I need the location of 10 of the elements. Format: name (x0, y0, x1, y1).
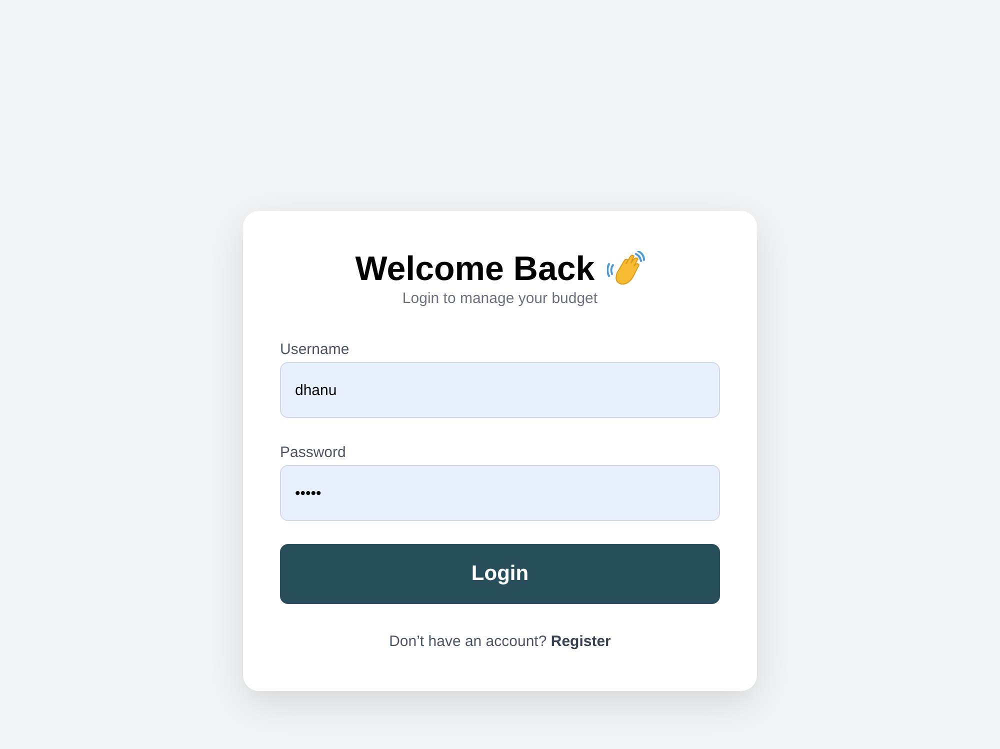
field-label: Username (280, 340, 350, 360)
subtitle: Login to manage your budget (401, 289, 599, 309)
waving-hand-icon (606, 251, 645, 287)
login-button[interactable]: Login (280, 544, 720, 604)
text-field[interactable]: ••••• (280, 465, 720, 521)
register-link[interactable]: Register (550, 633, 611, 650)
register-prompt: Don’t have an account? Register (388, 632, 612, 652)
text-field[interactable]: dhanu (280, 362, 720, 418)
page-title: Welcome Back (355, 249, 595, 289)
field-label: Password (280, 443, 347, 463)
